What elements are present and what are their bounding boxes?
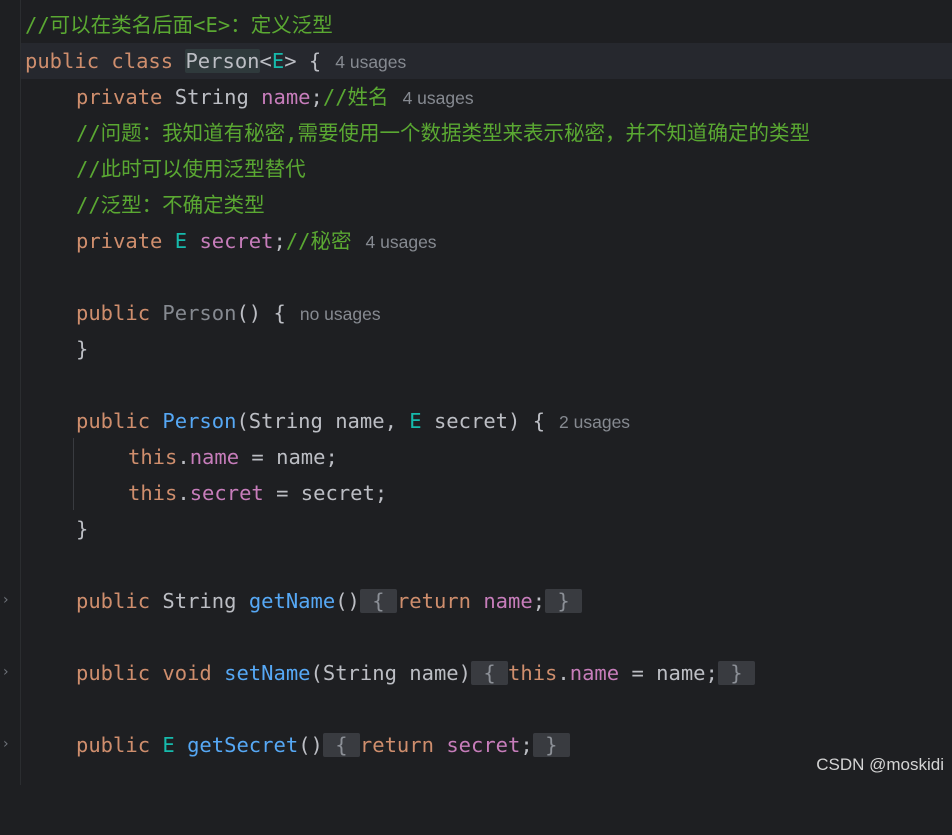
keyword-public: public — [76, 733, 151, 757]
code-line-13[interactable]: this.name = name; — [21, 439, 952, 475]
angle-close-brace: > { — [284, 49, 322, 73]
field-name: secret — [199, 229, 274, 253]
type-parameter: E — [162, 733, 175, 757]
code-line-15[interactable]: } — [21, 511, 952, 547]
code-line-3[interactable]: private String name;//姓名 4 usages — [21, 79, 952, 115]
code-line-12[interactable]: public Person(String name, E secret) { 2 … — [21, 403, 952, 439]
method-name: setName — [224, 661, 311, 685]
dot: . — [177, 481, 190, 505]
class-name[interactable]: Person — [185, 49, 260, 73]
code-line-14[interactable]: this.secret = secret; — [21, 475, 952, 511]
folded-brace-open[interactable]: { — [470, 661, 509, 685]
comment: //可以在类名后面<E>：定义泛型 — [25, 13, 333, 37]
folded-brace-close[interactable]: } — [532, 733, 570, 757]
code-editor[interactable]: //可以在类名后面<E>：定义泛型 public class Person<E>… — [21, 0, 952, 785]
field-name: name — [261, 85, 311, 109]
code-line-4[interactable]: //问题：我知道有秘密,需要使用一个数据类型来表示秘密，并不知道确定的类型 — [21, 115, 952, 151]
method-name: getName — [248, 589, 336, 613]
angle-open: < — [259, 49, 272, 73]
usages-hint[interactable]: no usages — [300, 304, 381, 324]
params-end: secret) { — [421, 409, 546, 433]
assignment: = name; — [619, 661, 718, 685]
keyword-this: this — [128, 481, 178, 505]
params: () — [298, 733, 323, 757]
code-line-1[interactable]: //可以在类名后面<E>：定义泛型 — [21, 7, 952, 43]
field-name: name — [189, 445, 240, 469]
assignment: = secret; — [263, 481, 388, 505]
code-line-5[interactable]: //此时可以使用泛型替代 — [21, 151, 952, 187]
field-name: name — [483, 589, 533, 613]
comment: //姓名 — [322, 85, 389, 109]
keyword-private: private — [76, 85, 163, 109]
chevron-right-icon[interactable]: › — [3, 737, 15, 751]
folded-brace-open[interactable]: { — [359, 589, 397, 613]
dot: . — [557, 661, 570, 685]
folded-brace-close[interactable]: } — [717, 661, 755, 685]
type-parameter: E — [174, 229, 188, 253]
closing-brace: } — [76, 517, 89, 541]
code-line-2[interactable]: public class Person<E> { 4 usages — [21, 43, 952, 79]
keyword-public: public — [76, 661, 151, 685]
usages-hint[interactable]: 4 usages — [335, 52, 406, 72]
keyword-return: return — [396, 589, 471, 613]
type-name: String — [162, 589, 237, 613]
semicolon: ; — [310, 85, 323, 109]
code-line-19[interactable]: public void setName(String name) { this.… — [21, 655, 952, 691]
keyword-this: this — [508, 661, 558, 685]
params: () { — [236, 301, 286, 325]
field-name: name — [569, 661, 620, 685]
usages-hint[interactable]: 4 usages — [366, 232, 437, 252]
constructor-name: Person — [162, 301, 237, 325]
code-line-6[interactable]: //泛型：不确定类型 — [21, 187, 952, 223]
code-line-9[interactable]: public Person() { no usages — [21, 295, 952, 331]
keyword-private: private — [76, 229, 163, 253]
closing-brace: } — [76, 337, 89, 361]
editor-gutter: › › › — [0, 0, 21, 785]
comment: //泛型：不确定类型 — [76, 193, 265, 217]
params: () — [335, 589, 360, 613]
code-line-21[interactable]: public E getSecret() { return secret; } — [21, 727, 952, 763]
chevron-right-icon[interactable]: › — [3, 665, 15, 679]
chevron-right-icon[interactable]: › — [3, 593, 15, 607]
type-parameter: E — [271, 49, 285, 73]
keyword-void: void — [162, 661, 212, 685]
keyword-public: public — [76, 301, 151, 325]
assignment: = name; — [239, 445, 338, 469]
keyword-this: this — [128, 445, 178, 469]
folded-brace-open[interactable]: { — [322, 733, 360, 757]
comment: //此时可以使用泛型替代 — [76, 157, 306, 181]
field-name: secret — [189, 481, 264, 505]
keyword-public: public — [76, 589, 151, 613]
keyword-class: class — [111, 49, 174, 73]
keyword-public: public — [76, 409, 151, 433]
type-name: String — [174, 85, 249, 109]
code-line-10[interactable]: } — [21, 331, 952, 367]
dot: . — [177, 445, 190, 469]
params-start: (String name, — [236, 409, 410, 433]
keyword-public: public — [25, 49, 100, 73]
watermark: CSDN @moskidi — [816, 755, 944, 774]
comment: //问题：我知道有秘密,需要使用一个数据类型来表示秘密，并不知道确定的类型 — [76, 121, 811, 145]
folded-brace-close[interactable]: } — [545, 589, 583, 613]
method-name: getSecret — [187, 733, 299, 757]
keyword-return: return — [359, 733, 434, 757]
comment: //秘密 — [285, 229, 352, 253]
usages-hint[interactable]: 2 usages — [559, 412, 630, 432]
semicolon: ; — [273, 229, 286, 253]
semicolon: ; — [520, 733, 533, 757]
usages-hint[interactable]: 4 usages — [403, 88, 474, 108]
type-parameter: E — [409, 409, 422, 433]
params: (String name) — [310, 661, 471, 685]
semicolon: ; — [532, 589, 546, 613]
field-name: secret — [446, 733, 521, 757]
code-line-17[interactable]: public String getName() { return name; } — [21, 583, 952, 619]
constructor-name: Person — [162, 409, 237, 433]
code-line-7[interactable]: private E secret;//秘密 4 usages — [21, 223, 952, 259]
